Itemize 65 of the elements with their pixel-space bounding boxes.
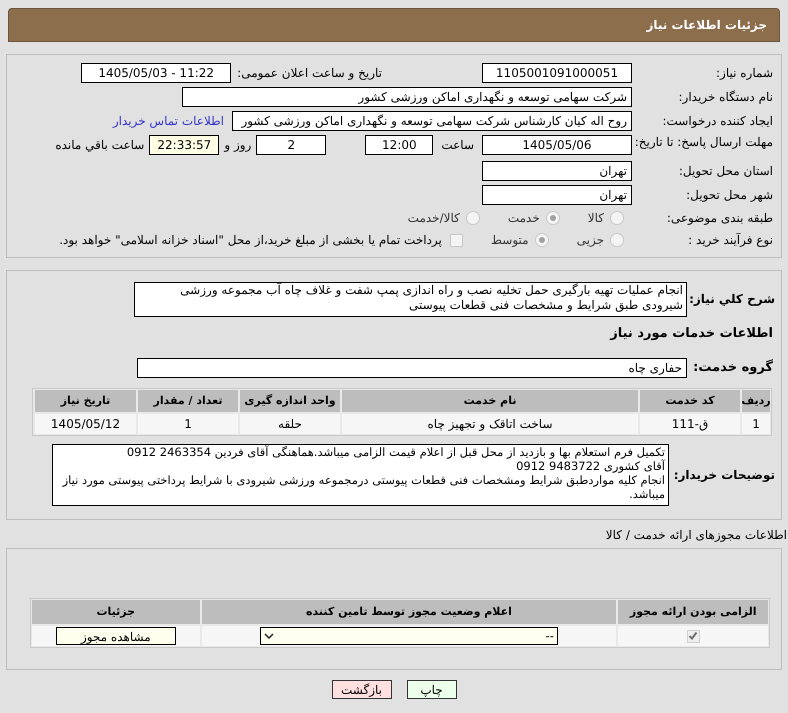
- column-header: کد خدمت: [640, 390, 740, 412]
- table-cell: 1405/05/12: [35, 414, 136, 434]
- description-textarea[interactable]: انجام عملیات تهیه بارگیری حمل تخلیه نصب و راه اندازی پمپ شفت و غلاف چاه آب مجموعه ورزشی شیرودی طبق شرایط و مشخصات فنی قطعات پیوستی: [134, 282, 687, 317]
- input-field[interactable]: تهران: [482, 161, 632, 181]
- input-field[interactable]: 12:00: [365, 135, 434, 155]
- notes-textarea[interactable]: تکمیل فرم استعلام بها و بازدید از محل قبل از اعلام قیمت الزامی میباشد.هماهنگی آقای فردین 2463354 0912 آقای کشوری 9483722 0912 انجام کلیه مواردطبق شرایط ومشخصات فنی قطعات پیوستی درمجموعه ورزشی شیرودی با شرایط پرداختی پیوستی مورد نیاز میباشد.: [52, 444, 669, 506]
- field-label: پرداخت تمام یا بخشی از مبلغ خرید،از محل "اسناد خزانه اسلامی" خواهد بود.: [59, 232, 442, 249]
- field-label: استان محل تحویل:: [678, 163, 774, 180]
- radio-button[interactable]: [610, 211, 624, 225]
- checkbox[interactable]: [686, 630, 700, 642]
- field-label: نوع فرآیند خرید :: [687, 232, 774, 249]
- input-field[interactable]: 1405/05/06: [482, 135, 632, 155]
- field-label: نام دستگاه خریدار:: [678, 89, 774, 106]
- status-dropdown[interactable]: --: [260, 627, 558, 645]
- radio-button[interactable]: [466, 211, 480, 225]
- countdown-field: 22:33:57: [149, 135, 220, 155]
- field-label: ایجاد کننده درخواست:: [661, 113, 774, 130]
- field-label: روز و: [224, 137, 252, 154]
- buyer-contact-link[interactable]: اطلاعات تماس خریدار: [112, 112, 224, 130]
- back-button[interactable]: بازگشت: [332, 680, 392, 699]
- field-label: اطلاعات مجوزهای ارائه خدمت / کالا: [606, 527, 788, 544]
- field-label: متوسط: [490, 232, 529, 249]
- table-cell: ساخت اتاقک و تجهیز چاه: [342, 414, 638, 434]
- chevron-down-icon: [264, 633, 274, 639]
- radio-button[interactable]: [534, 233, 549, 247]
- field-label: جزیی: [576, 232, 604, 249]
- column-header: الزامی بودن ارائه مجوز: [618, 600, 768, 624]
- column-header: نام خدمت: [342, 390, 638, 412]
- field-label: گروه خدمت:: [692, 358, 774, 378]
- field-label: طبقه بندی موضوعی:: [666, 210, 774, 227]
- radio-button[interactable]: [610, 233, 624, 247]
- field-label: شماره نیاز:: [715, 65, 774, 82]
- column-header: اعلام وضعیت مجوز توسط تامین کننده: [202, 600, 616, 624]
- field-label: شهر محل تحویل:: [685, 187, 774, 204]
- column-header: تاریخ نیاز: [35, 390, 136, 412]
- table-cell: حلقه: [240, 414, 340, 434]
- table-cell: 1: [742, 414, 770, 434]
- field-label: توضیحات خریدار:: [672, 467, 776, 484]
- column-header: ردیف: [742, 390, 770, 412]
- radio-button[interactable]: [546, 211, 560, 225]
- field-label: شرح کلي نياز:: [688, 291, 776, 308]
- table-cell: 1: [138, 414, 238, 434]
- input-field[interactable]: روح اله کیان کارشناس شرکت سهامی توسعه و نگهداری اماکن ورزشی کشور: [232, 111, 632, 131]
- field-label: ساعت: [441, 137, 474, 154]
- input-field[interactable]: 1405/05/03 - 11:22: [81, 63, 232, 83]
- input-field[interactable]: حفاری چاه: [137, 358, 687, 378]
- field-label: کالا/خدمت: [408, 210, 460, 227]
- column-header: واحد اندازه گیری: [240, 390, 340, 412]
- field-label: ساعت باقي مانده: [55, 137, 144, 154]
- view-permit-button[interactable]: مشاهده مجوز: [56, 627, 176, 645]
- table-cell: ق-111: [640, 414, 740, 434]
- field-label: مهلت ارسال پاسخ: تا تاریخ:: [634, 135, 774, 150]
- field-label: تاریخ و ساعت اعلان عمومی:: [237, 65, 382, 82]
- input-field[interactable]: تهران: [482, 185, 632, 205]
- input-field[interactable]: 2: [256, 135, 326, 155]
- checkbox[interactable]: [450, 234, 463, 246]
- print-button[interactable]: چاپ: [406, 680, 456, 699]
- input-field[interactable]: 1105001091000051: [482, 63, 632, 83]
- field-label: اطلاعات خدمات مورد نیاز: [610, 324, 774, 343]
- column-header: جزئیات: [32, 600, 200, 624]
- page-title: جزئیات اطلاعات نیاز: [646, 17, 767, 34]
- field-label: خدمت: [508, 210, 540, 227]
- input-field[interactable]: شرکت سهامی توسعه و نگهداری اماکن ورزشی کشور: [182, 87, 632, 107]
- field-label: کالا: [588, 210, 604, 227]
- column-header: تعداد / مقدار: [138, 390, 238, 412]
